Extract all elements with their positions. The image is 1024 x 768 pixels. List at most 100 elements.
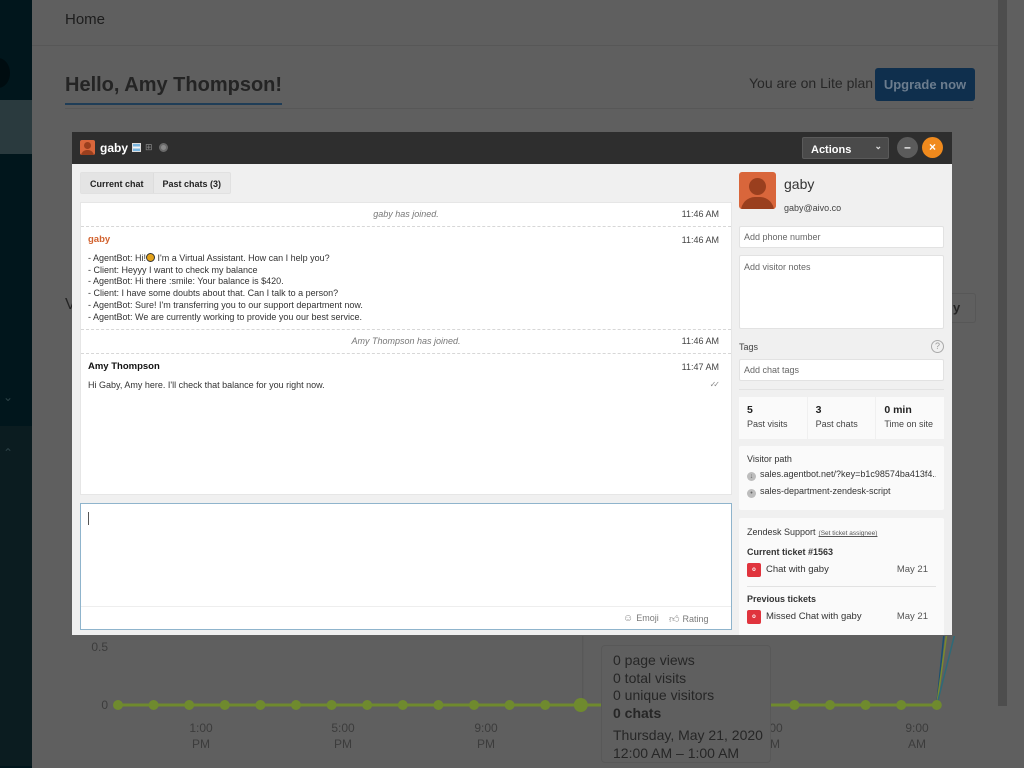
chevron-down-icon[interactable]: ⌄ [3,390,13,404]
visitor-info-panel: gaby gaby@aivo.co Tags ? 5Past visits 3P… [738,170,945,635]
sidebar-item-active[interactable] [0,100,32,154]
chevron-up-icon[interactable]: ⌃ [3,446,13,460]
data-point [148,700,159,710]
message-time: 11:46 AM [681,235,719,245]
visitor-path-item[interactable]: • sales-department-zendesk-script [747,486,936,498]
data-point [291,700,301,710]
data-point [573,698,588,712]
tab-current-chat[interactable]: Current chat [81,173,154,193]
visitor-avatar [739,172,776,209]
page-scrollbar[interactable] [998,0,1024,768]
emoji-button[interactable]: ☺ Emoji [623,613,659,624]
breadcrumb: Home [32,0,998,46]
y-tick-label: 0.5 [91,640,108,654]
browser-icon [159,143,168,152]
visitor-name: gaby [784,176,815,192]
agent-message: Amy Thompson 11:47 AM Hi Gaby, Amy here.… [81,354,731,398]
current-ticket-label: Current ticket #1563 [747,547,834,557]
visitor-name: gaby [100,141,129,155]
message-input[interactable] [81,504,731,606]
chevron-down-icon: ⌄ [874,141,882,151]
upgrade-button[interactable]: Upgrade now [875,68,975,101]
bullet-icon: • [747,489,756,498]
tooltip-date: Thursday, May 21, 2020 [613,727,763,743]
message-composer: ☺ Emoji 👍︎ Rating [80,503,732,630]
smiley-icon: ☺ [623,613,634,624]
divider [65,108,973,109]
plan-status: You are on Lite plan [749,75,874,91]
data-point [113,700,123,710]
data-point [896,700,907,710]
divider [739,389,944,390]
scrollbar-thumb[interactable] [998,0,1007,706]
tab-past-chats[interactable]: Past chats (3) [154,173,231,193]
tooltip-range: 12:00 AM – 1:00 AM [613,744,740,761]
visitor-message: gaby 11:46 AM - AgentBot: Hi! I'm a Virt… [81,227,731,331]
message-line: - AgentBot: Hi! I'm a Virtual Assistant.… [88,253,330,263]
visitor-email: gaby@aivo.co [784,203,842,213]
zendesk-title: Zendesk Support (Set ticket assignee) [747,527,878,537]
data-point [504,700,515,710]
message-sender: Amy Thompson [88,361,160,373]
waving-hand-emoji-icon [146,253,156,262]
data-point [219,700,230,710]
data-point [255,700,266,710]
tags-label: Tags [739,342,759,352]
x-tick-label: 9:00 PM [474,721,498,751]
set-assignee-link[interactable]: (Set ticket assignee) [819,530,878,537]
zendesk-ticket-icon: o [747,563,761,577]
rating-button[interactable]: 👍︎ Rating [669,613,708,625]
chat-window-header: gaby ⊞ Actions ⌄ – × [72,132,952,164]
previous-tickets-label: Previous tickets [747,594,817,604]
message-time: 11:46 AM [681,209,719,219]
actions-dropdown[interactable]: Actions ⌄ [802,137,889,159]
message-line: - Client: Heyyy I want to check my balan… [88,264,258,275]
phone-number-input[interactable] [739,226,944,248]
tooltip-line: 0 page views [613,652,695,668]
current-ticket[interactable]: o Chat with gaby May 21 [747,562,936,578]
stat-time-on-site: 0 min Time on site [876,397,945,439]
message-line: Hi Gaby, Amy here. I'll check that balan… [88,380,325,391]
data-point [362,700,373,710]
zendesk-card: Zendesk Support (Set ticket assignee) Cur… [739,518,944,635]
chart-tooltip: 0 page views 0 total visits 0 unique vis… [601,645,771,763]
traffic-chart: 0.5 0 1:00PM 5:00PM 9:00PM 5:00AM 9:00AM [60,636,1000,768]
system-message-text: gaby has joined. [373,209,439,219]
read-receipt-icon: ✓✓ [709,380,721,390]
data-point [540,700,551,710]
message-line: - AgentBot: We are currently working to … [88,311,362,322]
help-icon[interactable]: ? [931,340,944,353]
divider [747,586,936,587]
message-line: - Client: I have some doubts about that.… [88,288,339,299]
visitor-notes-input[interactable] [739,255,944,329]
data-point [825,700,835,710]
stat-past-chats: 3 Past chats [807,397,876,439]
download-icon: ↓ [747,472,756,481]
chat-tags-input[interactable] [739,359,944,381]
visitor-stats: 5 Past visits 3 Past chats 0 min Time on si… [739,397,945,439]
close-button[interactable]: × [922,137,943,158]
visitor-avatar-icon [80,140,95,155]
page-title: Hello, Amy Thompson! [65,74,283,105]
minimize-button[interactable]: – [897,137,918,158]
data-point [469,700,479,710]
system-message: Amy Thompson has joined. 11:46 AM [81,330,731,355]
left-sidebar: ⌄ ⌃ [0,0,32,768]
message-time: 11:47 AM [681,362,719,373]
message-sender: gaby [88,234,111,245]
data-point [326,700,337,710]
tooltip-chats: 0 chats [613,704,662,721]
composer-toolbar: ☺ Emoji 👍︎ Rating [81,606,731,629]
chat-tabs: Current chat Past chats (3) [80,172,232,194]
sidebar-avatar[interactable] [0,58,10,88]
visitor-path-item[interactable]: ↓ sales.agentbot.net/?key=b1c98574ba413f4… [747,469,936,481]
visitor-path-card: Visitor path ↓ sales.agentbot.net/?key=b1… [739,446,944,510]
visitor-path-title: Visitor path [747,454,792,464]
data-point [789,700,800,710]
data-point [433,700,444,710]
windows-os-icon: ⊞ [145,142,153,152]
actions-label: Actions [811,144,852,156]
message-line: - AgentBot: Hi there :smile: Your balanc… [88,276,284,287]
previous-ticket[interactable]: o Missed Chat with gaby May 21 [747,609,936,625]
stat-past-visits: 5 Past visits [739,397,807,439]
